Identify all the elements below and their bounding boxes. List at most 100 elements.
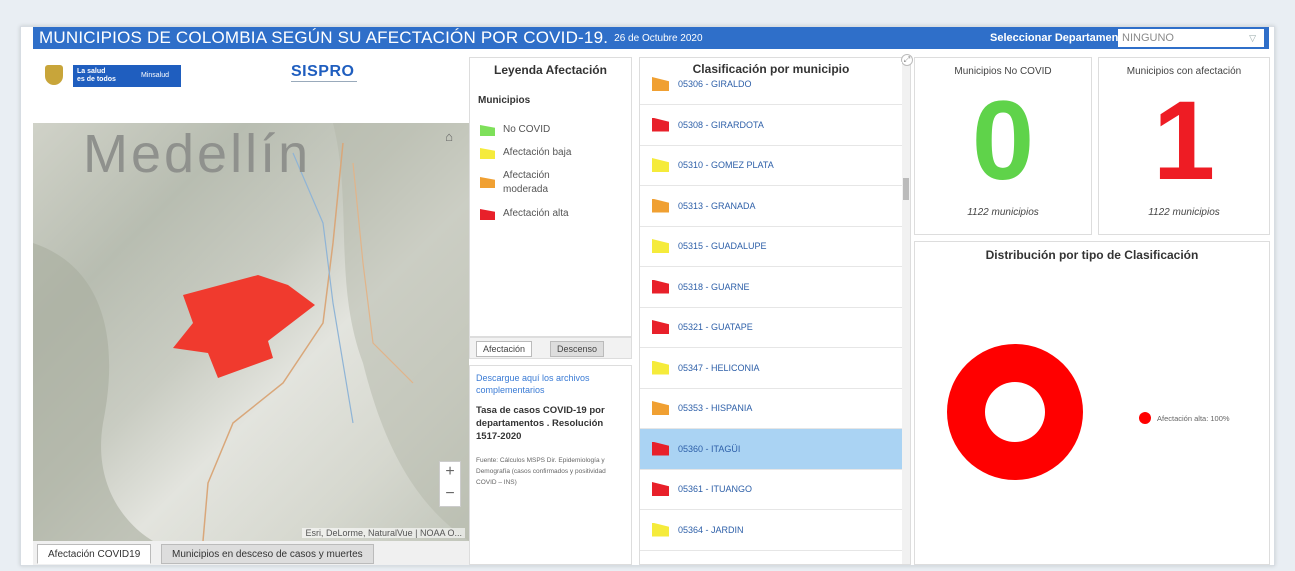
list-item[interactable]: 05318 - GUARNE	[640, 267, 902, 308]
list-item-label: 05308 - GIRARDOTA	[678, 119, 764, 130]
list-item[interactable]: 05313 - GRANADA	[640, 186, 902, 227]
stat-no-covid: Municipios No COVID 0 1122 municipios	[914, 57, 1092, 235]
dashboard-frame: MUNICIPIOS DE COLOMBIA SEGÚN SU AFECTACI…	[20, 26, 1275, 566]
legend-swatch-icon	[480, 148, 495, 159]
tab-afectacion[interactable]: Afectación	[476, 341, 533, 357]
classification-flag-icon	[652, 441, 669, 456]
classification-flag-icon	[652, 279, 669, 294]
legend-dot-icon	[1139, 412, 1151, 424]
legend-tabs: Afectación Descenso	[469, 337, 632, 359]
tab-municipios-descenso[interactable]: Municipios en desceso de casos y muertes	[161, 544, 374, 564]
list-item-label: 05360 - ITAGÜI	[678, 443, 741, 454]
list-item-label: 05364 - JARDIN	[678, 524, 744, 535]
list-item[interactable]: 05308 - GIRARDOTA	[640, 105, 902, 146]
legend-item-label: No COVID	[503, 124, 551, 135]
list-item-label: 05321 - GUATAPE	[678, 322, 753, 332]
department-select-value: NINGUNO	[1122, 32, 1174, 44]
minsalud-logo: La salud es de todos Minsalud	[73, 65, 181, 87]
map-view[interactable]: Medellín ⌂ + − Esri, DeLorme, NaturalVue…	[33, 123, 469, 541]
source-note: Fuente: Cálculos MSPS Dir. Epidemiología…	[476, 457, 606, 486]
classification-flag-icon	[652, 401, 669, 415]
stat-afectacion-title: Municipios con afectación	[1126, 66, 1242, 77]
legend-panel: Leyenda Afectación Municipios No COVID A…	[469, 57, 632, 337]
sispro-logo: SISPRO	[291, 63, 355, 80]
stat-no-covid-value: 0	[971, 78, 1035, 203]
scrollbar[interactable]	[902, 58, 910, 564]
list-item[interactable]: 05364 - JARDIN	[640, 510, 902, 551]
list-item-label: 05353 - HISPANIA	[678, 403, 753, 413]
map-tabs: Afectación COVID19 Municipios en desceso…	[33, 541, 469, 565]
legend-swatch-icon	[480, 209, 495, 220]
list-item-label: 05313 - GRANADA	[678, 200, 756, 211]
department-select[interactable]: NINGUNO ▽	[1118, 29, 1264, 47]
legend-item-label: Afectación moderada	[503, 170, 550, 195]
legend-item: No COVID	[480, 124, 550, 136]
legend-item: Afectación alta	[480, 208, 569, 220]
list-item[interactable]: 05310 - GOMEZ PLATA	[640, 145, 902, 186]
expand-icon[interactable]: ⤢	[901, 54, 913, 66]
minsalud-label: Minsalud	[141, 72, 170, 79]
sispro-underline	[291, 81, 357, 86]
classification-flag-icon	[652, 320, 669, 334]
classification-flag-icon	[652, 522, 669, 537]
zoom-control: + −	[439, 461, 461, 507]
zoom-out-button[interactable]: −	[440, 484, 460, 506]
legend-subtitle: Municipios	[478, 95, 531, 106]
donut-chart: Afectación alta: 100%	[947, 344, 1230, 480]
list-item-label: 05306 - GIRALDO	[678, 79, 752, 89]
stat-afectacion: Municipios con afectación 1 1122 municip…	[1098, 57, 1270, 235]
legend-item-label: Afectación alta	[503, 208, 569, 219]
list-item-label: 05315 - GUADALUPE	[678, 241, 767, 251]
report-date: 26 de Octubre 2020	[614, 32, 703, 44]
stat-afectacion-sub: 1122 municipios	[1148, 207, 1220, 218]
classification-flag-icon	[652, 198, 669, 213]
classification-flag-icon	[652, 158, 669, 172]
legend-swatch-icon	[480, 125, 495, 136]
legend-title: Leyenda Afectación	[494, 63, 607, 77]
distribution-title: Distribución por tipo de Clasificación	[985, 248, 1199, 262]
donut-slice[interactable]	[947, 344, 1083, 480]
list-item[interactable]: 05347 - HELICONIA	[640, 348, 902, 389]
list-item[interactable]: 05361 - ITUANGO	[640, 469, 902, 510]
distribution-panel: Distribución por tipo de Clasificación A…	[914, 241, 1270, 565]
list-item-label: 05310 - GOMEZ PLATA	[678, 160, 774, 170]
tab-afectacion-covid[interactable]: Afectación COVID19	[37, 544, 152, 564]
department-select-label: Seleccionar Departamento	[990, 32, 1129, 44]
classification-flag-icon	[652, 360, 669, 375]
list-item-label: 05347 - HELICONIA	[678, 362, 760, 373]
map-city-label: Medellín	[83, 124, 312, 184]
legend-item: Afectación moderada	[480, 169, 570, 197]
list-item[interactable]: 05321 - GUATAPE	[640, 307, 902, 348]
downloads-link[interactable]: Descargue aquí los archivos complementar…	[476, 372, 625, 396]
logos-panel: La salud es de todos Minsalud SISPRO	[33, 57, 469, 117]
legend-swatch-icon	[480, 177, 495, 188]
downloads-panel: Descargue aquí los archivos complementar…	[469, 365, 632, 565]
list-item-label: 05361 - ITUANGO	[678, 484, 753, 494]
zoom-in-button[interactable]: +	[440, 462, 460, 484]
page-title: MUNICIPIOS DE COLOMBIA SEGÚN SU AFECTACI…	[39, 28, 609, 47]
scrollbar-thumb[interactable]	[903, 178, 909, 200]
donut-legend-label: Afectación alta: 100%	[1157, 414, 1230, 423]
stat-afectacion-value: 1	[1152, 78, 1216, 203]
classification-flag-icon	[652, 77, 669, 91]
classification-title: Clasificación por municipio	[640, 62, 902, 76]
coat-of-arms-logo	[45, 65, 63, 85]
classification-flag-icon	[652, 117, 669, 132]
classification-flag-icon	[652, 239, 669, 253]
affected-municipality-shape	[173, 275, 315, 378]
map-canvas	[33, 123, 469, 541]
legend-item-label: Afectación baja	[503, 147, 572, 158]
map-attribution: Esri, DeLorme, NaturalVue | NOAA O...	[302, 528, 465, 538]
stat-no-covid-title: Municipios No COVID	[954, 66, 1052, 77]
classification-list[interactable]: Clasificación por municipio 05306 - GIRA…	[639, 57, 911, 565]
list-item[interactable]: 05360 - ITAGÜI	[640, 428, 902, 470]
list-item[interactable]: 05353 - HISPANIA	[640, 388, 902, 429]
tasa-title[interactable]: Tasa de casos COVID-19 por departamentos…	[476, 404, 625, 443]
classification-flag-icon	[652, 482, 669, 496]
home-icon[interactable]: ⌂	[439, 129, 459, 149]
header-bar: MUNICIPIOS DE COLOMBIA SEGÚN SU AFECTACI…	[33, 27, 1269, 49]
list-item-label: 05318 - GUARNE	[678, 281, 750, 292]
stat-no-covid-sub: 1122 municipios	[967, 207, 1039, 218]
tab-descenso[interactable]: Descenso	[550, 341, 605, 357]
list-item[interactable]: 05315 - GUADALUPE	[640, 226, 902, 267]
